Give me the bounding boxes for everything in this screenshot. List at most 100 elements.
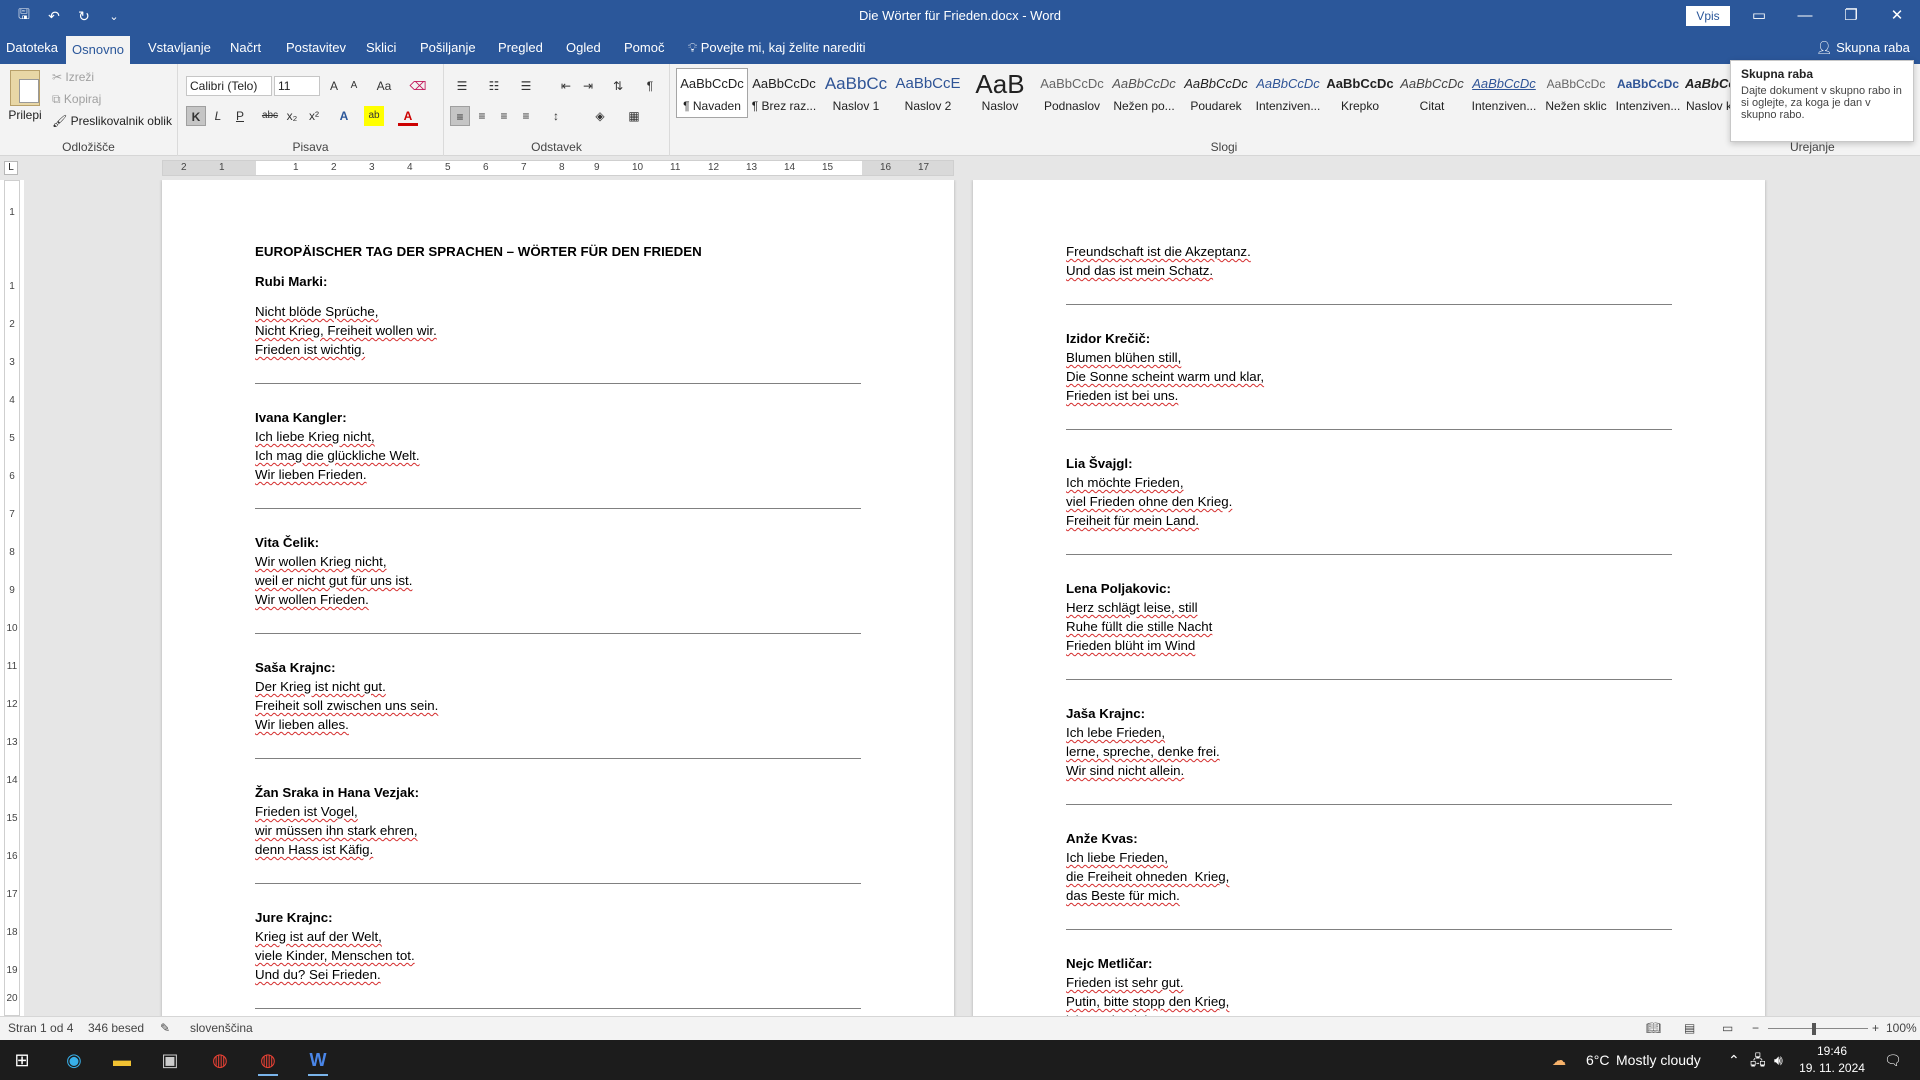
weather-temperature[interactable]: 6°C xyxy=(1586,1040,1610,1080)
tab-insert[interactable]: Vstavljanje xyxy=(142,32,217,64)
decrease-indent-icon[interactable]: ⇤ xyxy=(556,76,576,96)
tab-review[interactable]: Pregled xyxy=(492,32,549,64)
volume-icon[interactable]: 🔊︎ xyxy=(1774,1040,1783,1080)
strikethrough-button[interactable]: abc xyxy=(260,106,280,126)
line-spacing-icon[interactable]: ↕ xyxy=(546,106,566,126)
tab-help[interactable]: Pomoč xyxy=(618,32,670,64)
zoom-slider-thumb[interactable] xyxy=(1812,1023,1816,1035)
style-strong[interactable]: AaBbCcDc Krepko xyxy=(1324,68,1396,118)
style-book-title[interactable]: AaBbCcDc Naslov k xyxy=(1684,68,1734,118)
chrome-icon[interactable]: ◍ xyxy=(200,1044,240,1076)
style-title[interactable]: AaB Naslov xyxy=(964,68,1036,118)
word-icon[interactable]: W xyxy=(298,1044,338,1076)
read-mode-icon[interactable]: 📖︎ xyxy=(1646,1021,1661,1035)
align-left-icon[interactable]: ≡ xyxy=(450,106,470,126)
subscript-button[interactable]: x₂ xyxy=(282,106,302,126)
zoom-in-button[interactable]: + xyxy=(1872,1021,1879,1035)
highlight-button[interactable]: ab xyxy=(364,106,384,126)
numbering-icon[interactable]: ☷ xyxy=(484,76,504,96)
text-effects-button[interactable]: A xyxy=(334,106,354,126)
change-case-button[interactable]: Aa xyxy=(374,76,394,96)
windows-start-icon[interactable]: ⊞ xyxy=(2,1044,42,1076)
style-intense-emphasis[interactable]: AaBbCcDc Intenziven... xyxy=(1252,68,1324,118)
italic-button[interactable]: L xyxy=(208,106,228,126)
vertical-ruler[interactable]: 1 1 2 3 4 5 6 7 8 9 10 11 12 13 14 15 16… xyxy=(4,180,20,1016)
style-subtle-emphasis[interactable]: AaBbCcDc Nežen po... xyxy=(1108,68,1180,118)
file-explorer-icon[interactable]: ▬ xyxy=(102,1044,142,1076)
tab-design[interactable]: Načrt xyxy=(224,32,267,64)
app-icon[interactable]: ▣ xyxy=(150,1044,190,1076)
align-center-icon[interactable]: ≡ xyxy=(472,106,492,126)
style-intense-quote[interactable]: AaBbCcDc Intenziven... xyxy=(1468,68,1540,118)
network-icon[interactable]: 🖧︎ xyxy=(1750,1040,1766,1080)
share-button[interactable]: 👤︎ Skupna raba xyxy=(1808,36,1918,60)
superscript-button[interactable]: x² xyxy=(304,106,324,126)
style-emphasis[interactable]: AaBbCcDc Poudarek xyxy=(1180,68,1252,118)
minimize-button[interactable]: — xyxy=(1782,0,1828,32)
chrome-profile-icon[interactable]: ◍ xyxy=(248,1044,288,1076)
style-subtle-reference[interactable]: AaBbCcDc Nežen sklic xyxy=(1540,68,1612,118)
page-1[interactable]: EUROPÄISCHER TAG DER SPRACHEN – WÖRTER F… xyxy=(162,180,954,1016)
underline-button[interactable]: P xyxy=(230,106,250,126)
bullets-icon[interactable]: ☰ xyxy=(452,76,472,96)
zoom-level[interactable]: 100% xyxy=(1886,1021,1917,1035)
copy-button[interactable]: ⧉ Kopiraj xyxy=(52,92,101,107)
tell-me-search[interactable]: 💡︎ Povejte mi, kaj želite narediti xyxy=(688,32,865,64)
increase-indent-icon[interactable]: ⇥ xyxy=(578,76,598,96)
shrink-font-button[interactable]: A xyxy=(344,76,364,96)
page-1-content[interactable]: EUROPÄISCHER TAG DER SPRACHEN – WÖRTER F… xyxy=(255,242,861,1016)
show-marks-icon[interactable]: ¶ xyxy=(640,76,660,96)
tab-view[interactable]: Ogled xyxy=(560,32,607,64)
tab-references[interactable]: Sklici xyxy=(360,32,402,64)
page-2[interactable]: Freundschaft ist die Akzeptanz. Und das … xyxy=(973,180,1765,1016)
horizontal-ruler[interactable]: 2 1 1 2 3 4 5 6 7 8 9 10 11 12 13 14 15 … xyxy=(162,160,954,176)
font-size-combo[interactable]: 11 xyxy=(274,76,320,96)
font-color-button[interactable]: A xyxy=(398,106,418,126)
style-heading-1[interactable]: AaBbCc Naslov 1 xyxy=(820,68,892,118)
print-layout-icon[interactable]: ▤ xyxy=(1684,1021,1695,1035)
style-subtitle[interactable]: AaBbCcDc Podnaslov xyxy=(1036,68,1108,118)
grow-font-button[interactable]: A xyxy=(324,76,344,96)
multilevel-list-icon[interactable]: ☰ xyxy=(516,76,536,96)
weather-description[interactable]: Mostly cloudy xyxy=(1616,1040,1701,1080)
style-quote[interactable]: AaBbCcDc Citat xyxy=(1396,68,1468,118)
justify-icon[interactable]: ≡ xyxy=(516,106,536,126)
tab-selector[interactable]: L xyxy=(4,161,18,175)
page-2-content[interactable]: Freundschaft ist die Akzeptanz. Und das … xyxy=(1066,242,1672,1016)
web-layout-icon[interactable]: ▭ xyxy=(1722,1021,1733,1035)
style-heading-2[interactable]: AaBbCcE Naslov 2 xyxy=(892,68,964,118)
style-intense-reference[interactable]: AaBbCcDc Intenziven... xyxy=(1612,68,1684,118)
display-options-icon[interactable]: ▭ xyxy=(1736,0,1782,32)
format-painter-button[interactable]: 🖌︎ Preslikovalnik oblik xyxy=(52,114,172,128)
close-button[interactable]: ✕ xyxy=(1874,0,1920,32)
style-normal[interactable]: AaBbCcDc ¶ Navaden xyxy=(676,68,748,118)
sign-in-button[interactable]: Vpis xyxy=(1686,6,1730,26)
bold-button[interactable]: K xyxy=(186,106,206,126)
restore-button[interactable]: ❐ xyxy=(1828,0,1874,32)
tab-layout[interactable]: Postavitev xyxy=(280,32,352,64)
notifications-icon[interactable]: 🗨︎ xyxy=(1884,1040,1902,1080)
edge-icon[interactable]: ◉ xyxy=(54,1044,94,1076)
style-no-spacing[interactable]: AaBbCcDc ¶ Brez raz... xyxy=(748,68,820,118)
tab-mailings[interactable]: Pošiljanje xyxy=(414,32,482,64)
clear-formatting-button[interactable]: ⌫ xyxy=(408,76,428,96)
proofing-icon[interactable]: ✎ xyxy=(160,1021,170,1035)
sort-icon[interactable]: ⇅ xyxy=(608,76,628,96)
tab-home[interactable]: Osnovno xyxy=(66,36,131,64)
chevron-up-icon[interactable]: ⌃ xyxy=(1728,1040,1740,1080)
document-area[interactable]: EUROPÄISCHER TAG DER SPRACHEN – WÖRTER F… xyxy=(24,180,1920,1016)
language-indicator[interactable]: slovenščina xyxy=(190,1021,253,1035)
zoom-out-button[interactable]: − xyxy=(1752,1021,1759,1035)
word-count[interactable]: 346 besed xyxy=(88,1021,144,1035)
page-count[interactable]: Stran 1 od 4 xyxy=(8,1021,73,1035)
paste-button[interactable]: Prilepi xyxy=(6,70,44,122)
borders-icon[interactable]: ▦ xyxy=(624,106,644,126)
clock[interactable]: 19:46 19. 11. 2024 xyxy=(1796,1043,1868,1077)
align-right-icon[interactable]: ≡ xyxy=(494,106,514,126)
font-name-combo[interactable]: Calibri (Telo) xyxy=(186,76,272,96)
tab-file[interactable]: Datoteka xyxy=(0,32,64,64)
weather-icon[interactable]: ☁ xyxy=(1552,1040,1566,1080)
zoom-slider[interactable] xyxy=(1768,1028,1868,1029)
cut-button[interactable]: ✂ Izreži xyxy=(52,70,94,84)
shading-icon[interactable]: ◈ xyxy=(590,106,610,126)
